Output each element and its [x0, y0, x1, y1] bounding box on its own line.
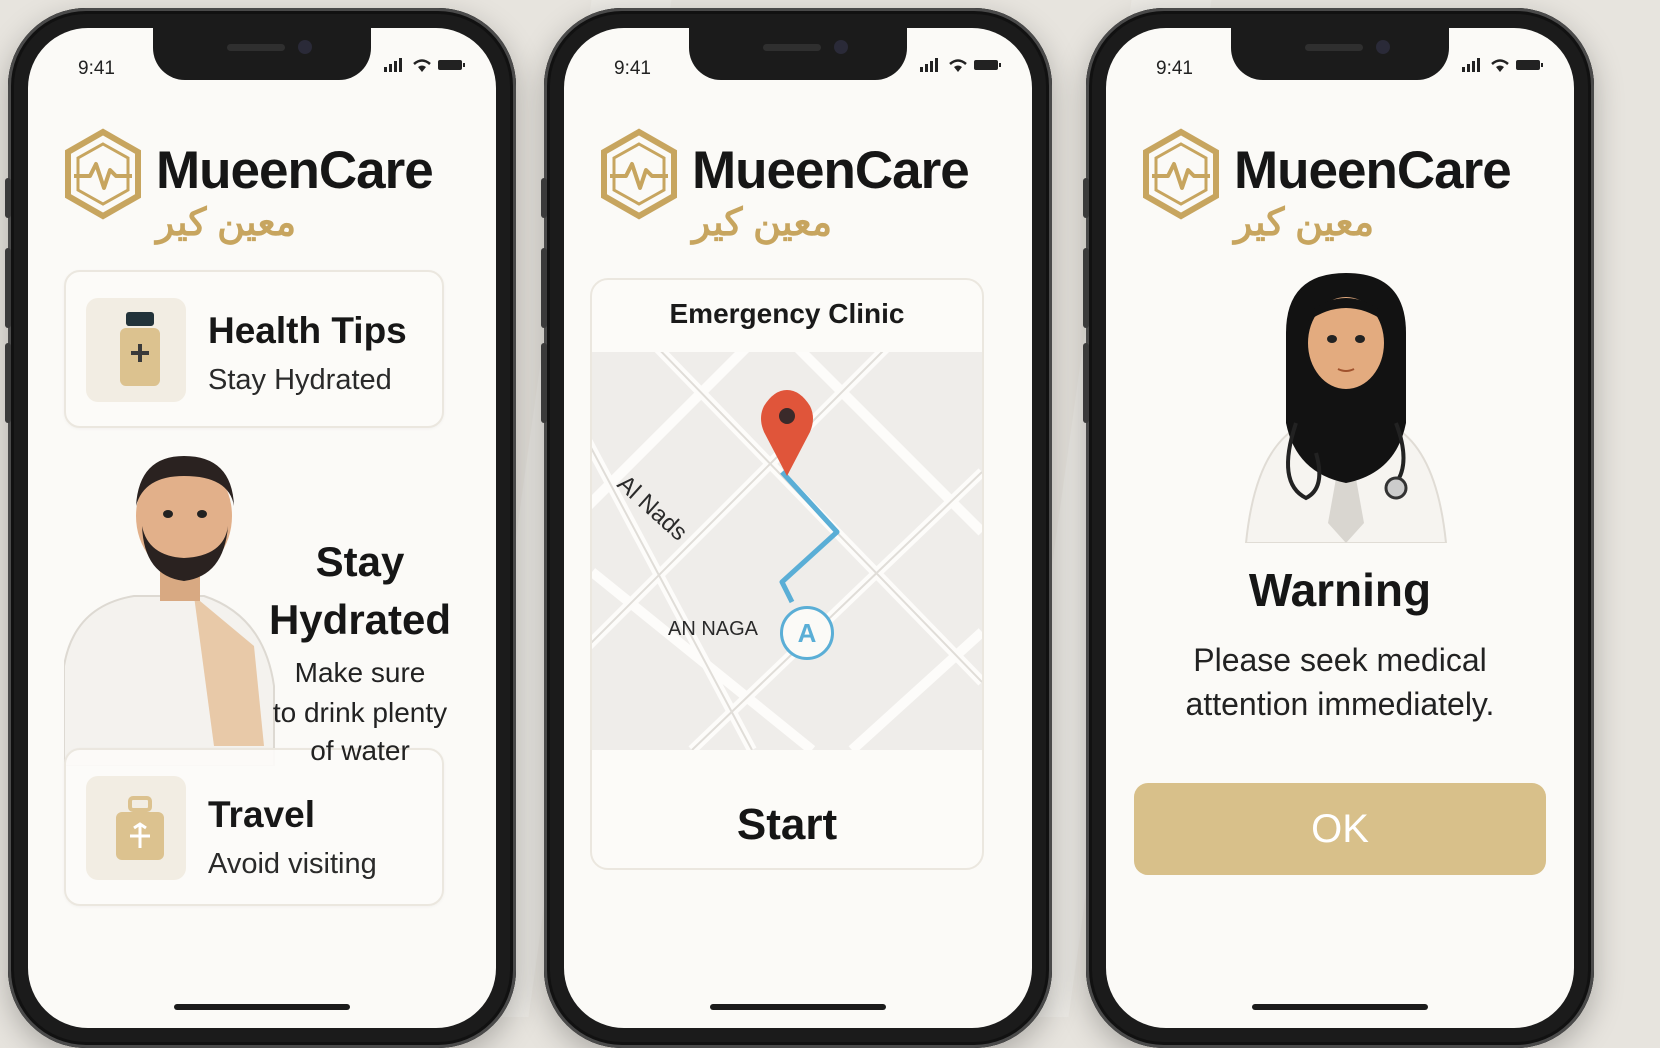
health-tips-icon-box: [86, 298, 186, 402]
brand-name: MueenCare: [692, 141, 970, 200]
phone-frame-warning: 9:41 MueenCare معين كير Warning Please s…: [1083, 8, 1594, 1048]
signal-icon: [920, 58, 938, 72]
street-label-an-naga: AN NAGA: [668, 618, 759, 640]
signal-icon: [384, 58, 402, 72]
brand-name: MueenCare: [156, 141, 434, 200]
map-screen: 9:41 MueenCare معين كير Emergency Clinic: [564, 28, 1032, 1028]
status-time: 9:41: [614, 58, 651, 79]
warning-message: Please seek medical attention immediatel…: [1126, 638, 1554, 726]
notch: [689, 28, 907, 80]
notch: [153, 28, 371, 80]
travel-subtitle: Avoid visiting: [208, 848, 377, 880]
volume-up-button: [541, 248, 547, 328]
promo-body-line3: of water: [310, 735, 410, 766]
warning-line1: Please seek medical: [1193, 642, 1487, 678]
mute-switch: [5, 178, 11, 218]
phone-frame-map: 9:41 MueenCare معين كير Emergency Clinic: [541, 8, 1052, 1048]
promo-title-line2: Hydrated: [268, 596, 452, 643]
volume-down-button: [5, 343, 11, 423]
home-indicator[interactable]: [174, 1004, 350, 1010]
emergency-clinic-card: Emergency Clinic A Al Nads AN NAGA Start: [590, 278, 984, 870]
promo-title-line1: Stay: [315, 538, 405, 585]
wifi-icon: [1491, 59, 1509, 72]
route-map[interactable]: A Al Nads AN NAGA: [592, 352, 982, 750]
home-indicator[interactable]: [710, 1004, 886, 1010]
volume-up-button: [1083, 248, 1089, 328]
brand-arabic-name: معين كير: [692, 202, 833, 244]
brand-header: MueenCare معين كير: [1142, 128, 1562, 244]
health-tips-title: Health Tips: [208, 310, 407, 351]
status-icons: [1462, 58, 1544, 72]
travel-icon-box: [86, 776, 186, 880]
volume-down-button: [541, 343, 547, 423]
ok-button[interactable]: OK: [1134, 783, 1546, 875]
status-time: 9:41: [1156, 58, 1193, 79]
promo-body-line1: Make sure: [294, 657, 426, 688]
status-time: 9:41: [78, 58, 115, 79]
start-location-marker[interactable]: A: [780, 606, 834, 660]
warning-line2: attention immediately.: [1185, 686, 1495, 722]
health-tips-card[interactable]: Health Tips Stay Hydrated: [64, 270, 444, 428]
status-icons: [384, 58, 466, 72]
clinic-title: Emergency Clinic: [669, 298, 905, 329]
brand-arabic-name: معين كير: [1234, 202, 1375, 244]
wifi-icon: [949, 59, 967, 72]
mueencare-logo-icon: [65, 128, 141, 220]
luggage-icon: [116, 796, 164, 860]
travel-title: Travel: [208, 794, 315, 835]
warning-screen: 9:41 MueenCare معين كير Warning Please s…: [1106, 28, 1574, 1028]
doctor-illustration: [1244, 273, 1448, 543]
health-screen: 9:41 MueenCare معين كير Health Tips Stay…: [28, 28, 496, 1028]
home-indicator[interactable]: [1252, 1004, 1428, 1010]
mueencare-logo-icon: [1143, 128, 1219, 220]
destination-pin-icon[interactable]: [758, 388, 816, 478]
wifi-icon: [413, 59, 431, 72]
status-icons: [920, 58, 1002, 72]
battery-icon: [974, 60, 1001, 70]
travel-card[interactable]: Travel Avoid visiting: [64, 748, 444, 906]
brand-name: MueenCare: [1234, 141, 1512, 200]
phone-frame-health: 9:41 MueenCare معين كير Health Tips Stay…: [5, 8, 516, 1048]
brand-header: MueenCare معين كير: [64, 128, 484, 244]
health-tips-subtitle: Stay Hydrated: [208, 364, 392, 396]
volume-up-button: [5, 248, 11, 328]
mute-switch: [541, 178, 547, 218]
notch: [1231, 28, 1449, 80]
battery-icon: [1516, 60, 1543, 70]
mueencare-logo-icon: [601, 128, 677, 220]
mute-switch: [1083, 178, 1089, 218]
start-navigation-button[interactable]: Start: [592, 800, 982, 850]
brand-header: MueenCare معين كير: [600, 128, 1020, 244]
promo-body-line2: to drink plenty: [272, 697, 448, 728]
water-bottle-icon: [120, 312, 160, 386]
warning-title: Warning: [1248, 564, 1432, 616]
brand-arabic-name: معين كير: [156, 202, 297, 244]
battery-icon: [438, 60, 465, 70]
volume-down-button: [1083, 343, 1089, 423]
signal-icon: [1462, 58, 1480, 72]
